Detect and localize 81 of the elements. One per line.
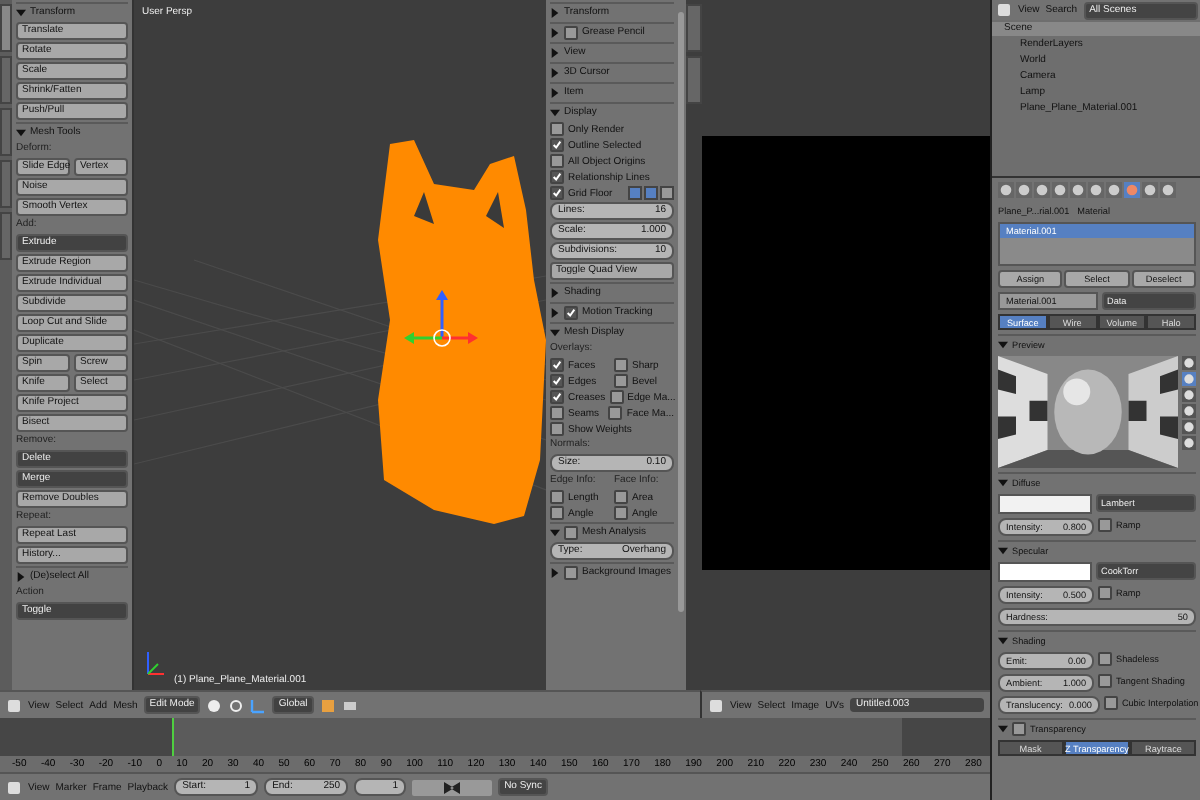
expanded-triangle-icon[interactable] — [550, 327, 560, 337]
expanded-triangle-icon[interactable] — [550, 527, 560, 537]
expanded-triangle-icon[interactable] — [998, 723, 1008, 733]
preview-shape-icon[interactable] — [1182, 372, 1196, 386]
checkbox[interactable] — [550, 390, 564, 404]
collapsed-triangle-icon[interactable] — [550, 27, 560, 37]
editor-type-icon[interactable] — [996, 2, 1012, 18]
checkbox[interactable] — [1103, 696, 1118, 710]
checkbox[interactable] — [614, 358, 628, 372]
shading-icon[interactable] — [206, 697, 223, 713]
checkbox[interactable] — [564, 565, 578, 579]
property-tab-icon[interactable] — [1070, 182, 1086, 198]
checkbox[interactable] — [550, 170, 564, 184]
axis-toggle[interactable] — [660, 186, 674, 200]
layer-icon[interactable] — [341, 697, 358, 713]
checkbox[interactable] — [550, 358, 564, 372]
collapsed-triangle-icon[interactable] — [550, 287, 560, 297]
checkbox[interactable] — [1098, 586, 1112, 600]
out-of-range-area — [902, 718, 990, 756]
checkbox[interactable] — [614, 374, 628, 388]
editor-type-icon[interactable] — [708, 697, 724, 713]
editor-type-icon[interactable] — [6, 697, 22, 713]
preview-shape-icon[interactable] — [1182, 388, 1196, 402]
property-tab-icon[interactable] — [1160, 182, 1176, 198]
collapsed-triangle-icon[interactable] — [550, 87, 560, 97]
checkbox[interactable] — [550, 154, 564, 168]
checkbox[interactable] — [550, 138, 564, 152]
expanded-triangle-icon[interactable] — [550, 107, 560, 117]
collapsed-triangle-icon[interactable] — [550, 567, 560, 577]
checkbox[interactable] — [550, 406, 564, 420]
playback-controls-icon[interactable] — [412, 779, 493, 795]
property-tab-icon[interactable] — [1142, 182, 1158, 198]
expanded-triangle-icon[interactable] — [998, 635, 1008, 645]
checkbox[interactable] — [564, 25, 578, 39]
color-swatch[interactable] — [998, 562, 1091, 582]
expanded-triangle-icon[interactable] — [998, 339, 1008, 349]
preview-shape-icon[interactable] — [1182, 404, 1196, 418]
checkbox[interactable] — [1098, 674, 1112, 688]
select-mode-icon[interactable] — [319, 697, 336, 713]
axis-icon — [142, 650, 166, 678]
checkbox[interactable] — [550, 506, 564, 520]
checkbox[interactable] — [608, 406, 623, 420]
checkbox[interactable] — [1098, 518, 1112, 532]
color-swatch[interactable] — [998, 494, 1091, 514]
checkbox[interactable] — [564, 305, 578, 319]
property-tab-icon[interactable] — [1016, 182, 1032, 198]
expanded-triangle-icon[interactable] — [16, 127, 26, 137]
checkbox[interactable] — [550, 490, 564, 504]
collapsed-triangle-icon[interactable] — [550, 47, 560, 57]
checkbox[interactable] — [614, 490, 628, 504]
scrollbar[interactable] — [678, 12, 684, 612]
checkbox[interactable] — [550, 422, 564, 436]
checkbox[interactable] — [550, 374, 564, 388]
expanded-triangle-icon[interactable] — [998, 477, 1008, 487]
axis-toggle[interactable] — [628, 186, 642, 200]
preview-shape-icon[interactable] — [1182, 420, 1196, 434]
collapsed-triangle-icon[interactable] — [16, 571, 26, 581]
collapsed-triangle-icon[interactable] — [550, 7, 560, 17]
property-tab-icon[interactable] — [1034, 182, 1050, 198]
property-tab-icon[interactable] — [1052, 182, 1068, 198]
expanded-triangle-icon[interactable] — [16, 7, 26, 17]
checkbox[interactable] — [614, 506, 628, 520]
checkbox[interactable] — [564, 525, 578, 539]
pivot-icon[interactable] — [228, 697, 245, 713]
property-tab-icon[interactable] — [998, 182, 1014, 198]
preview-shape-icon[interactable] — [1182, 356, 1196, 370]
collapsed-triangle-icon[interactable] — [550, 67, 560, 77]
side-tab[interactable] — [0, 4, 12, 52]
property-tab-icon[interactable] — [1106, 182, 1122, 198]
expanded-triangle-icon[interactable] — [998, 545, 1008, 555]
axis-toggle[interactable] — [644, 186, 658, 200]
property-tab-icon[interactable] — [1088, 182, 1104, 198]
checkbox[interactable] — [1098, 652, 1112, 666]
collapsed-triangle-icon[interactable] — [550, 307, 560, 317]
checkbox[interactable] — [550, 186, 564, 200]
manipulator-icon[interactable] — [250, 697, 267, 713]
checkbox[interactable] — [609, 390, 624, 404]
editor-type-icon[interactable] — [6, 779, 22, 795]
checkbox[interactable] — [1012, 721, 1026, 735]
checkbox[interactable] — [550, 122, 564, 136]
preview-shape-icon[interactable] — [1182, 436, 1196, 450]
